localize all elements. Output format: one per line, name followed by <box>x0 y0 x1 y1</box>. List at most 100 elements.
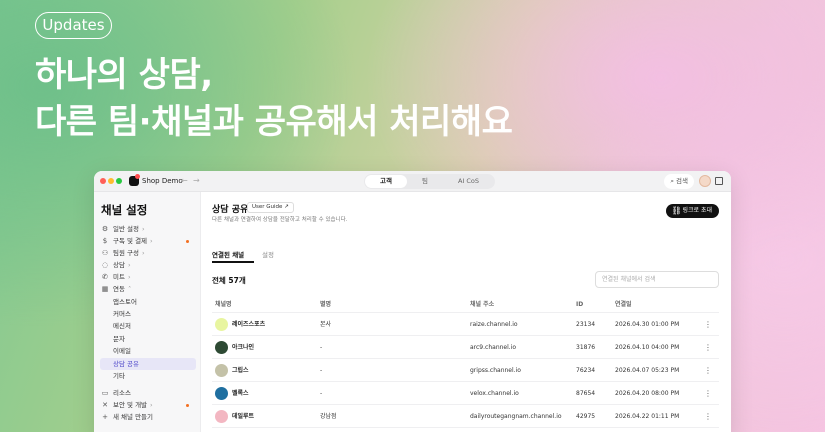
more-options-icon[interactable]: ⋮ <box>704 313 712 336</box>
col-header-alias[interactable]: 별명 <box>320 296 331 313</box>
channel-url: arc9.channel.io <box>470 344 517 351</box>
sidebar-item-members[interactable]: ⚇ 팀원 구성 › <box>100 247 196 259</box>
invite-button-label: 링크로 초대 <box>682 207 712 214</box>
sidebar-item-resources[interactable]: ▭ 리소스 <box>100 387 196 399</box>
sidebar-subitem-label: 상담 공유 <box>113 360 139 368</box>
channel-search-input[interactable]: 연결된 채널에서 검색 <box>595 271 719 288</box>
sidebar-item-billing[interactable]: $ 구독 및 결제 › <box>100 235 196 247</box>
tab-connected-channels[interactable]: 연결된 채널 <box>212 249 244 259</box>
dollar-icon: $ <box>102 237 108 245</box>
tab-ai-cos[interactable]: AI CoS <box>443 175 494 188</box>
user-avatar[interactable] <box>699 175 711 187</box>
top-tabs: 고객 팀 AI CoS <box>364 174 496 189</box>
minimize-window-button[interactable] <box>108 178 114 184</box>
updates-badge: Updates <box>35 12 112 39</box>
sidebar-item-new-channel[interactable]: + 새 채널 만들기 <box>100 411 196 423</box>
sidebar-title: 채널 설정 <box>101 203 148 217</box>
channel-id: 31876 <box>576 344 596 351</box>
global-search-button[interactable]: ⌕ 검색 <box>664 174 694 189</box>
channel-id: 42975 <box>576 413 596 420</box>
workspace-name[interactable]: Shop Demo <box>142 177 183 185</box>
link-icon: ⛓ <box>671 206 682 215</box>
col-header-id[interactable]: ID <box>576 296 583 313</box>
sidebar-item-consult[interactable]: ◌ 상담 › <box>100 259 196 271</box>
sidebar-item-integrations[interactable]: ▦ 연동 ˄ <box>100 283 196 295</box>
sidebar-subitem-email[interactable]: 이메일 <box>100 345 196 357</box>
sidebar-item-security[interactable]: ✕ 보안 및 개발 › <box>100 399 196 411</box>
table-row[interactable]: 데일루트 강남점 dailyroutegangnam.channel.io 42975… <box>212 405 719 428</box>
forward-arrow-icon[interactable]: → <box>193 176 200 185</box>
user-guide-link[interactable]: User Guide ↗ <box>247 202 294 213</box>
apps-grid-icon[interactable] <box>715 177 723 185</box>
table-row[interactable]: 아크나인 - arc9.channel.io 31876 2026.04.10 04:0… <box>212 336 719 359</box>
page-description: 다른 채널과 연결하여 상담을 전달하고 처리할 수 있습니다. <box>212 217 348 223</box>
sidebar-subitem-messenger[interactable]: 메신저 <box>100 320 196 332</box>
sidebar-item-meet[interactable]: ✆ 미트 › <box>100 271 196 283</box>
more-options-icon[interactable]: ⋮ <box>704 359 712 382</box>
channel-name: 아크나인 <box>232 344 255 351</box>
channel-alias: - <box>320 344 323 351</box>
sidebar-item-label: 연동 <box>113 285 125 293</box>
sidebar-subitem-consult-share[interactable]: 상담 공유 <box>100 358 196 370</box>
channel-name: 그립스 <box>232 367 249 374</box>
channel-name: 벨록스 <box>232 390 249 397</box>
chevron-right-icon: › <box>142 249 145 257</box>
gear-icon: ⚙ <box>101 225 109 233</box>
sidebar-item-label: 상담 <box>113 261 125 269</box>
maximize-window-button[interactable] <box>116 178 122 184</box>
tab-customers[interactable]: 고객 <box>365 175 407 188</box>
connected-date: 2026.04.07 05:23 PM <box>615 367 680 374</box>
tab-settings[interactable]: 설정 <box>262 249 274 259</box>
sidebar-subitem-label: 이메일 <box>113 347 131 355</box>
channel-alias: - <box>320 367 323 374</box>
tab-team[interactable]: 팀 <box>407 175 443 188</box>
chevron-right-icon: › <box>127 261 131 269</box>
channel-avatar <box>215 341 228 354</box>
channel-name: 데일루트 <box>232 413 255 420</box>
sidebar-subitem-other[interactable]: 기타 <box>100 370 196 382</box>
sidebar-subitem-commerce[interactable]: 커머스 <box>100 308 196 320</box>
close-window-button[interactable] <box>100 178 106 184</box>
chevron-right-icon: › <box>150 401 153 409</box>
sidebar-subitem-label: 커머스 <box>113 310 131 318</box>
search-label: 검색 <box>676 177 688 185</box>
connected-date: 2026.04.20 08:00 PM <box>615 390 680 397</box>
col-header-url[interactable]: 채널 주소 <box>470 296 494 313</box>
channel-id: 23134 <box>576 321 596 328</box>
sidebar-item-label: 미트 <box>113 273 125 281</box>
sidebar-item-label: 구독 및 결제 <box>113 237 148 245</box>
table-row[interactable]: 레이즈스포츠 본사 raize.channel.io 23134 2026.04.30 … <box>212 313 719 336</box>
col-header-date[interactable]: 연결일 <box>615 296 632 313</box>
table-row[interactable]: 그립스 - gripss.channel.io 76234 2026.04.07 05:… <box>212 359 719 382</box>
connected-date: 2026.04.22 01:11 PM <box>615 413 680 420</box>
alert-dot <box>186 404 189 407</box>
channel-id: 76234 <box>576 367 596 374</box>
sidebar-item-general[interactable]: ⚙ 일반 설정 › <box>100 223 196 235</box>
more-options-icon[interactable]: ⋮ <box>704 336 712 359</box>
more-options-icon[interactable]: ⋮ <box>704 405 712 428</box>
channel-avatar <box>215 364 228 377</box>
title-bar: Shop Demo ← → 고객 팀 AI CoS ⌕ 검색 <box>94 171 731 192</box>
plus-icon: + <box>102 413 108 421</box>
sidebar-subitem-label: 문자 <box>113 335 125 343</box>
connected-date: 2026.04.30 01:00 PM <box>615 321 680 328</box>
table-row[interactable]: 벨록스 - velox.channel.io 87654 2026.04.20 08:0… <box>212 382 719 405</box>
back-arrow-icon[interactable]: ← <box>181 176 188 185</box>
channel-alias: 강남점 <box>320 413 337 420</box>
main-content: 상담 공유 User Guide ↗ 다른 채널과 연결하여 상담을 전달하고 … <box>201 192 731 432</box>
channel-url: dailyroutegangnam.channel.io <box>470 413 562 420</box>
invite-link-button[interactable]: ⛓ 링크로 초대 <box>666 204 719 218</box>
channel-url: gripss.channel.io <box>470 367 521 374</box>
content-tabs: 연결된 채널 설정 <box>212 249 719 264</box>
sidebar-subitem-appstore[interactable]: 앱스토어 <box>100 296 196 308</box>
more-options-icon[interactable]: ⋮ <box>704 382 712 405</box>
col-header-name[interactable]: 채널명 <box>215 296 232 313</box>
sidebar-subitem-label: 앱스토어 <box>113 298 137 306</box>
book-icon: ▭ <box>101 389 109 397</box>
sidebar-item-label: 리소스 <box>113 389 131 397</box>
sidebar-subitem-sms[interactable]: 문자 <box>100 333 196 345</box>
channel-alias: - <box>320 390 323 397</box>
channel-alias: 본사 <box>320 321 332 328</box>
channel-avatar <box>215 387 228 400</box>
chevron-right-icon: › <box>150 237 153 245</box>
